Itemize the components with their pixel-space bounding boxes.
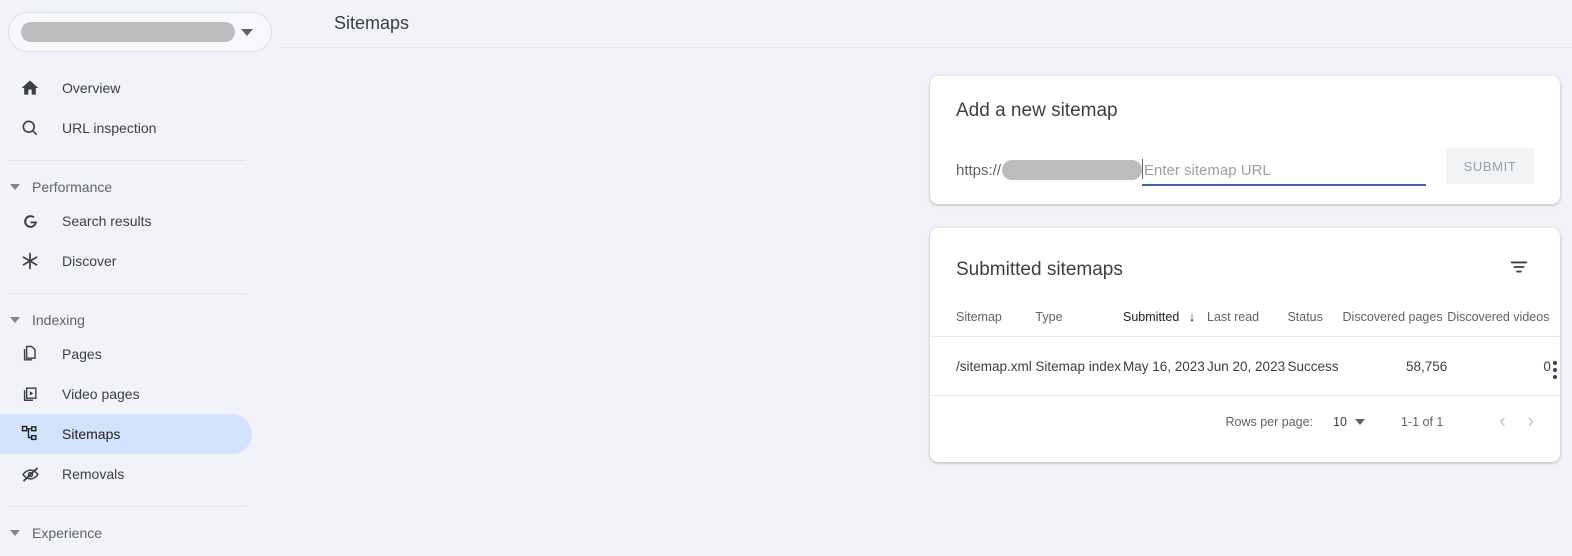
table-body: /sitemap.xml Sitemap index May 16, 2023 … bbox=[930, 336, 1560, 396]
pagination: Rows per page: 10 1-1 of 1 ‹ › bbox=[930, 396, 1560, 448]
sitemap-icon bbox=[18, 422, 42, 446]
sidebar-item-label: Overview bbox=[62, 80, 121, 96]
chevron-down-icon[interactable] bbox=[1354, 419, 1365, 425]
column-header-submitted[interactable]: Submitted ↓ bbox=[1123, 309, 1207, 337]
sidebar-section-label: Experience bbox=[32, 525, 103, 541]
table-header-row: Sitemap Type Submitted ↓ Last read Statu… bbox=[930, 309, 1560, 337]
google-g-icon bbox=[18, 209, 42, 233]
rows-per-page-value[interactable]: 10 bbox=[1333, 415, 1347, 429]
sidebar-item-video-pages[interactable]: Video pages bbox=[0, 374, 252, 414]
column-header-discovered-pages[interactable]: Discovered pages bbox=[1343, 309, 1448, 337]
sidebar-divider bbox=[8, 293, 246, 294]
sidebar-section-label: Indexing bbox=[32, 312, 85, 328]
sidebar-item-url-inspection[interactable]: URL inspection bbox=[0, 108, 252, 148]
sidebar-section-performance[interactable]: Performance bbox=[0, 173, 280, 201]
video-icon bbox=[18, 382, 42, 406]
sitemaps-table: Sitemap Type Submitted ↓ Last read Statu… bbox=[930, 309, 1560, 396]
sidebar-item-search-results[interactable]: Search results bbox=[0, 201, 252, 241]
submitted-sitemaps-header: Submitted sitemaps bbox=[930, 228, 1560, 287]
column-header-status[interactable]: Status bbox=[1287, 309, 1342, 337]
page-header: Sitemaps bbox=[280, 0, 1572, 48]
property-name-redacted bbox=[21, 22, 235, 42]
sidebar-item-label: Search results bbox=[62, 213, 152, 229]
table-head: Sitemap Type Submitted ↓ Last read Statu… bbox=[930, 309, 1560, 337]
main-content: Sitemaps Add a new sitemap https:// SUBM… bbox=[280, 0, 1572, 556]
sidebar-item-label: Discover bbox=[62, 253, 117, 269]
sidebar-item-discover[interactable]: Discover bbox=[0, 241, 252, 281]
submit-button[interactable]: SUBMIT bbox=[1446, 148, 1534, 184]
sort-descending-icon: ↓ bbox=[1188, 309, 1196, 324]
sidebar-divider bbox=[8, 160, 246, 161]
eye-off-icon bbox=[18, 462, 42, 486]
sidebar-item-pages[interactable]: Pages bbox=[0, 334, 252, 374]
sidebar-item-label: URL inspection bbox=[62, 120, 157, 136]
domain-redacted bbox=[1002, 160, 1143, 180]
home-icon bbox=[18, 76, 42, 100]
cell-last-read: Jun 20, 2023 bbox=[1207, 336, 1288, 396]
nav-top-list: Overview URL inspection bbox=[0, 68, 280, 148]
submitted-sitemaps-title: Submitted sitemaps bbox=[956, 258, 1123, 280]
search-icon bbox=[18, 116, 42, 140]
sidebar-item-sitemaps[interactable]: Sitemaps bbox=[0, 414, 252, 454]
cell-discovered-videos: 0 bbox=[1447, 336, 1551, 396]
previous-page-button[interactable]: ‹ bbox=[1499, 411, 1505, 433]
chevron-down-icon bbox=[10, 317, 20, 323]
column-header-submitted-label: Submitted bbox=[1123, 310, 1180, 324]
sidebar-section-experience[interactable]: Experience bbox=[0, 519, 280, 547]
pages-icon bbox=[18, 342, 42, 366]
sidebar-item-overview[interactable]: Overview bbox=[0, 68, 252, 108]
status-badge: Success bbox=[1287, 336, 1343, 396]
kebab-menu-icon[interactable] bbox=[1553, 361, 1558, 379]
sidebar-item-label: Sitemaps bbox=[62, 426, 121, 442]
column-header-actions bbox=[1551, 309, 1560, 337]
sitemap-url-input[interactable] bbox=[1142, 158, 1426, 184]
column-header-last-read[interactable]: Last read bbox=[1207, 309, 1287, 337]
submitted-sitemaps-card: Submitted sitemaps Sitemap Type Submitte… bbox=[930, 228, 1560, 462]
cell-actions bbox=[1550, 336, 1560, 396]
sidebar-section-label: Performance bbox=[32, 179, 113, 195]
chevron-down-icon bbox=[241, 28, 253, 36]
sidebar-item-label: Video pages bbox=[62, 386, 140, 402]
search-console-app: Overview URL inspection Performance Sear… bbox=[0, 0, 1572, 556]
pagination-range: 1-1 of 1 bbox=[1400, 415, 1444, 429]
cell-sitemap[interactable]: /sitemap.xml bbox=[930, 336, 1036, 396]
cell-submitted: May 16, 2023 bbox=[1123, 336, 1208, 396]
column-header-type[interactable]: Type bbox=[1035, 309, 1123, 337]
table-row[interactable]: /sitemap.xml Sitemap index May 16, 2023 … bbox=[930, 336, 1560, 396]
property-selector[interactable] bbox=[8, 12, 272, 52]
chevron-down-icon bbox=[10, 184, 20, 190]
sitemap-url-field[interactable] bbox=[1142, 158, 1426, 186]
add-sitemap-title: Add a new sitemap bbox=[956, 100, 1118, 121]
add-sitemap-row: https:// SUBMIT bbox=[930, 142, 1560, 186]
add-sitemap-card: Add a new sitemap https:// SUBMIT bbox=[930, 76, 1560, 204]
sidebar-section-indexing[interactable]: Indexing bbox=[0, 306, 280, 334]
sidebar-divider bbox=[8, 506, 246, 507]
sidebar-item-label: Removals bbox=[62, 466, 125, 482]
rows-per-page-label: Rows per page: bbox=[1225, 415, 1314, 429]
cell-discovered-pages: 58,756 bbox=[1342, 336, 1448, 396]
filter-icon[interactable] bbox=[1504, 252, 1534, 287]
cell-type: Sitemap index bbox=[1035, 336, 1124, 396]
text-caret bbox=[1142, 159, 1144, 179]
asterisk-icon bbox=[18, 249, 42, 273]
column-header-discovered-videos[interactable]: Discovered videos bbox=[1447, 309, 1551, 337]
url-prefix: https:// bbox=[956, 160, 1143, 186]
sidebar-item-removals[interactable]: Removals bbox=[0, 454, 252, 494]
url-scheme-label: https:// bbox=[956, 161, 1002, 179]
next-page-button[interactable]: › bbox=[1528, 411, 1534, 433]
page-title: Sitemaps bbox=[334, 13, 410, 33]
sidebar: Overview URL inspection Performance Sear… bbox=[0, 0, 280, 556]
column-header-sitemap[interactable]: Sitemap bbox=[930, 309, 1035, 337]
sidebar-item-label: Pages bbox=[62, 346, 102, 362]
chevron-down-icon bbox=[10, 530, 20, 536]
